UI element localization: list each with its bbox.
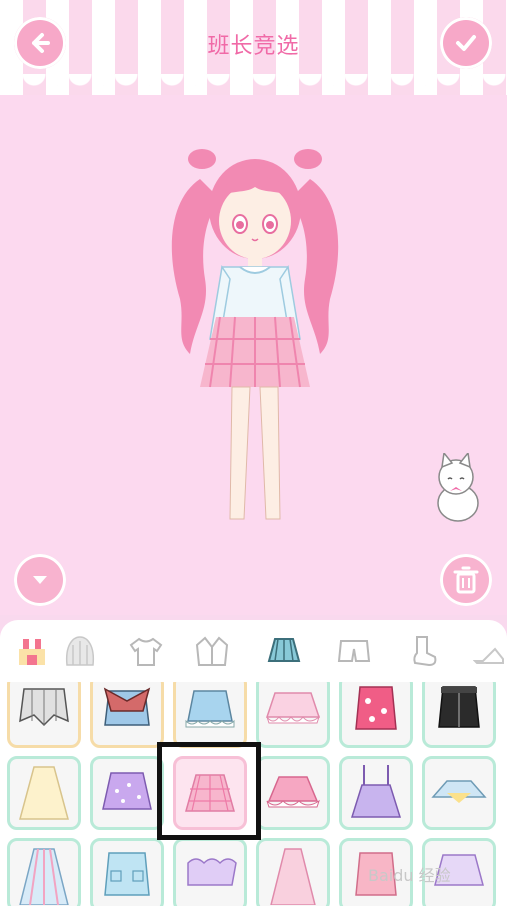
trash-icon — [453, 566, 479, 594]
purple-ruffle-skirt-icon — [187, 858, 237, 886]
item-lavender-suspender-skirt[interactable] — [339, 756, 413, 830]
confirm-button[interactable] — [440, 17, 492, 69]
item-red-heart-skirt[interactable] — [339, 682, 413, 748]
yellow-tutu-skirt-icon — [431, 780, 487, 803]
blue-lace-skirt-icon — [185, 690, 235, 728]
page-title: 班长竞选 — [207, 34, 300, 59]
back-button[interactable] — [14, 17, 66, 69]
item-pink-gradient-skirt[interactable] — [256, 838, 330, 906]
sock-icon — [413, 636, 437, 667]
item-pink-frill-skirt[interactable] — [256, 682, 330, 748]
chevron-down-icon — [33, 576, 47, 584]
red-plaid-skirt-icon — [103, 687, 151, 726]
pink-layered-skirt-icon — [266, 776, 320, 808]
tab-skirts[interactable] — [264, 632, 304, 670]
watermark: Baidu 经验 — [368, 866, 451, 885]
item-yellow-tutu-skirt[interactable] — [422, 756, 496, 830]
item-black-denim-skirt[interactable] — [422, 682, 496, 748]
item-blue-lace-skirt[interactable] — [173, 682, 247, 748]
collapse-button[interactable] — [14, 554, 66, 606]
tab-shorts[interactable] — [334, 632, 374, 670]
item-purple-dot-skirt[interactable] — [90, 756, 164, 830]
red-heart-skirt-icon — [355, 686, 397, 730]
item-plaid-jacket-tie[interactable] — [7, 682, 81, 748]
tab-shoes[interactable] — [470, 632, 507, 670]
cat-pet — [437, 453, 479, 522]
selection-highlight — [157, 742, 261, 840]
pink-frill-skirt-icon — [265, 692, 321, 724]
item-red-plaid-skirt-tie[interactable] — [90, 682, 164, 748]
tab-socks[interactable] — [402, 632, 442, 670]
jacket-icon — [195, 636, 229, 666]
shop-icon — [17, 639, 47, 665]
item-pink-layered-skirt[interactable] — [256, 756, 330, 830]
arrow-left-icon — [32, 33, 50, 53]
item-purple-ruffle-skirt[interactable] — [173, 838, 247, 906]
plaid-tied-shirt-icon — [19, 688, 69, 727]
shorts-icon — [337, 640, 371, 662]
skirt-icon — [267, 638, 301, 662]
dressup-stage — [0, 95, 507, 615]
delete-button[interactable] — [440, 554, 492, 606]
purple-dot-skirt-icon — [102, 772, 152, 810]
character-avatar — [171, 149, 339, 520]
tab-outerwear[interactable] — [192, 632, 232, 670]
blue-pocket-skirt-icon — [104, 852, 150, 896]
pink-gradient-skirt-icon — [270, 848, 316, 905]
tab-hair[interactable] — [60, 632, 100, 670]
black-denim-skirt-icon — [438, 686, 480, 728]
item-cream-long-skirt[interactable] — [7, 756, 81, 830]
lavender-suspender-skirt-icon — [350, 765, 402, 818]
cream-long-skirt-icon — [19, 766, 69, 820]
tshirt-icon — [129, 637, 163, 666]
hair-icon — [65, 636, 95, 666]
item-striped-long-skirt[interactable] — [7, 838, 81, 906]
tab-tops[interactable] — [126, 632, 166, 670]
high-heel-icon — [473, 647, 504, 664]
striped-long-skirt-icon — [19, 848, 69, 905]
checkmark-icon — [456, 35, 476, 51]
tab-shop[interactable] — [12, 632, 52, 670]
category-tabbar — [0, 620, 507, 682]
awning-scallop — [0, 74, 507, 95]
item-blue-pocket-skirt[interactable] — [90, 838, 164, 906]
